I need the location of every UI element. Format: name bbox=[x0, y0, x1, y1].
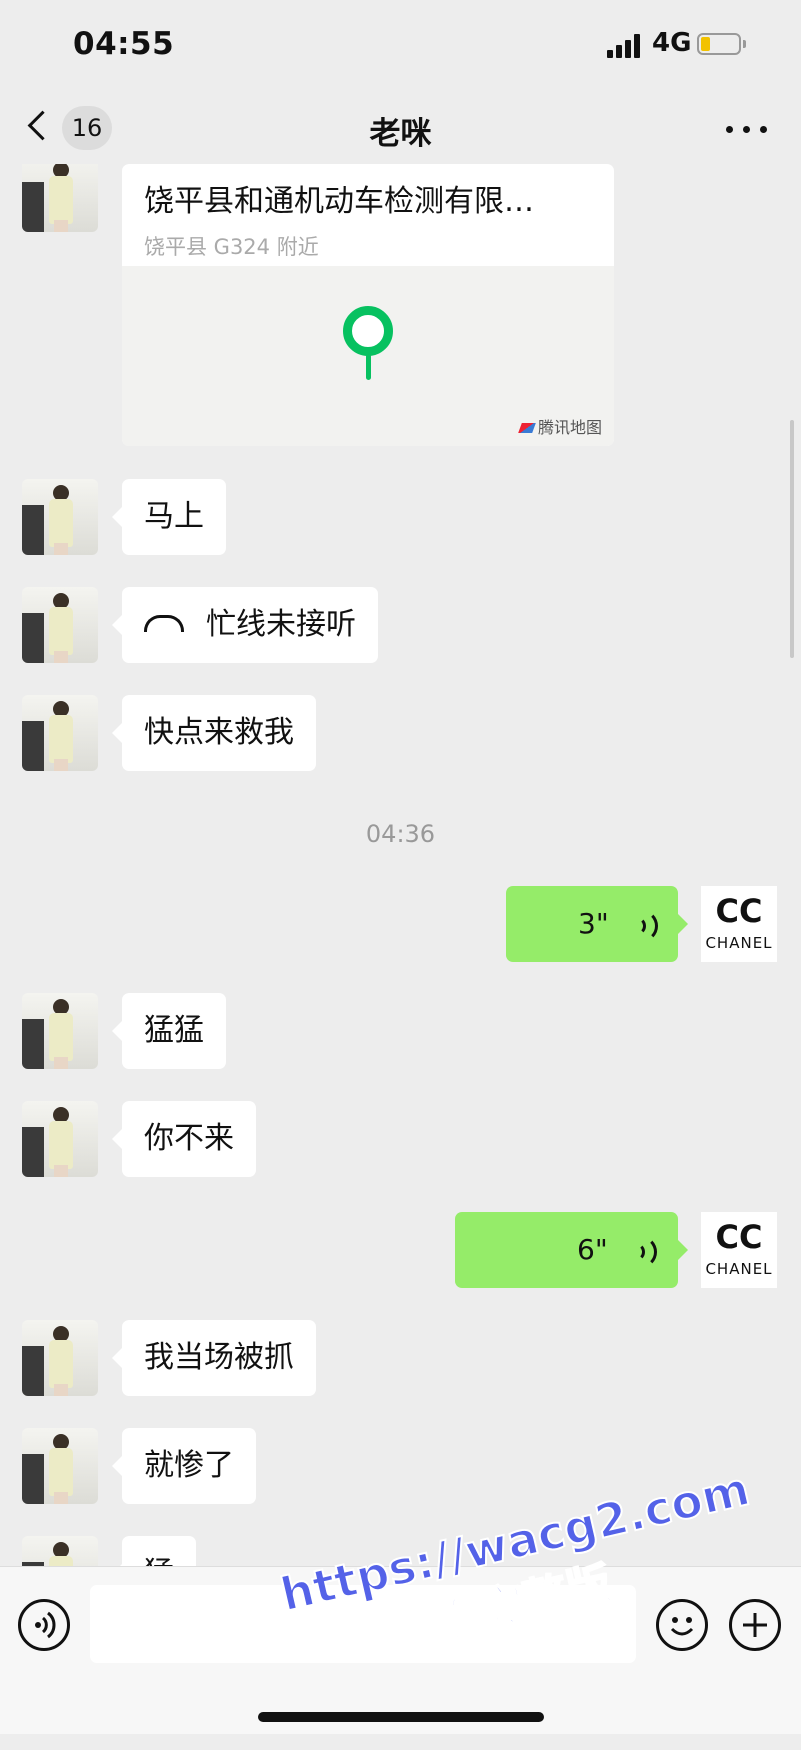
message-bubble[interactable]: 猛猛 bbox=[112, 993, 226, 1069]
contact-avatar[interactable] bbox=[22, 1101, 98, 1177]
message-timestamp: 04:36 bbox=[365, 820, 436, 848]
scrollbar[interactable] bbox=[790, 420, 794, 658]
message-bubble[interactable]: 我当场被抓 bbox=[112, 1320, 316, 1396]
message-bubble[interactable]: 猛 bbox=[112, 1536, 196, 1566]
nav-bar: 16 老咪 bbox=[0, 92, 801, 164]
signal-icon bbox=[607, 32, 647, 58]
voice-message-bubble[interactable]: 6" bbox=[455, 1212, 688, 1288]
chat-message-list[interactable]: 饶平县和通机动车检测有限… 饶平县 G324 附近 腾讯地图 马上 忙线未接听 … bbox=[0, 164, 801, 1566]
network-type: 4G bbox=[652, 28, 692, 58]
location-address: 饶平县 G324 附近 bbox=[144, 235, 319, 259]
message-bubble[interactable]: 马上 bbox=[112, 479, 226, 555]
voice-duration: 3" bbox=[578, 907, 609, 940]
map-preview: 腾讯地图 bbox=[122, 266, 614, 446]
map-provider-logo: 腾讯地图 bbox=[518, 414, 602, 438]
my-avatar[interactable]: CC CHANEL bbox=[701, 1212, 777, 1288]
message-bubble[interactable]: 你不来 bbox=[112, 1101, 256, 1177]
location-card[interactable]: 饶平县和通机动车检测有限… 饶平县 G324 附近 腾讯地图 bbox=[122, 164, 614, 446]
missed-call-bubble[interactable]: 忙线未接听 bbox=[112, 587, 378, 663]
status-time: 04:55 bbox=[73, 26, 175, 62]
contact-avatar[interactable] bbox=[22, 695, 98, 771]
status-bar: 04:55 4G bbox=[0, 0, 801, 92]
contact-avatar[interactable] bbox=[22, 164, 98, 232]
location-title: 饶平县和通机动车检测有限… bbox=[144, 184, 534, 219]
phone-hangup-icon bbox=[144, 615, 184, 632]
voice-message-bubble[interactable]: 3" bbox=[506, 886, 688, 962]
voice-wave-icon bbox=[626, 910, 658, 942]
contact-avatar[interactable] bbox=[22, 993, 98, 1069]
battery-icon bbox=[697, 33, 741, 55]
contact-avatar[interactable] bbox=[22, 587, 98, 663]
contact-avatar[interactable] bbox=[22, 479, 98, 555]
voice-input-icon[interactable] bbox=[18, 1599, 70, 1651]
message-bubble[interactable]: 快点来救我 bbox=[112, 695, 316, 771]
contact-avatar[interactable] bbox=[22, 1428, 98, 1504]
voice-wave-icon bbox=[625, 1236, 657, 1268]
voice-duration: 6" bbox=[577, 1233, 608, 1266]
my-avatar[interactable]: CC CHANEL bbox=[701, 886, 777, 962]
map-pin-icon bbox=[343, 306, 393, 356]
message-bubble[interactable]: 就惨了 bbox=[112, 1428, 256, 1504]
more-options-button[interactable] bbox=[726, 126, 770, 136]
chat-title: 老咪 bbox=[369, 116, 432, 152]
contact-avatar[interactable] bbox=[22, 1320, 98, 1396]
contact-avatar[interactable] bbox=[22, 1536, 98, 1566]
